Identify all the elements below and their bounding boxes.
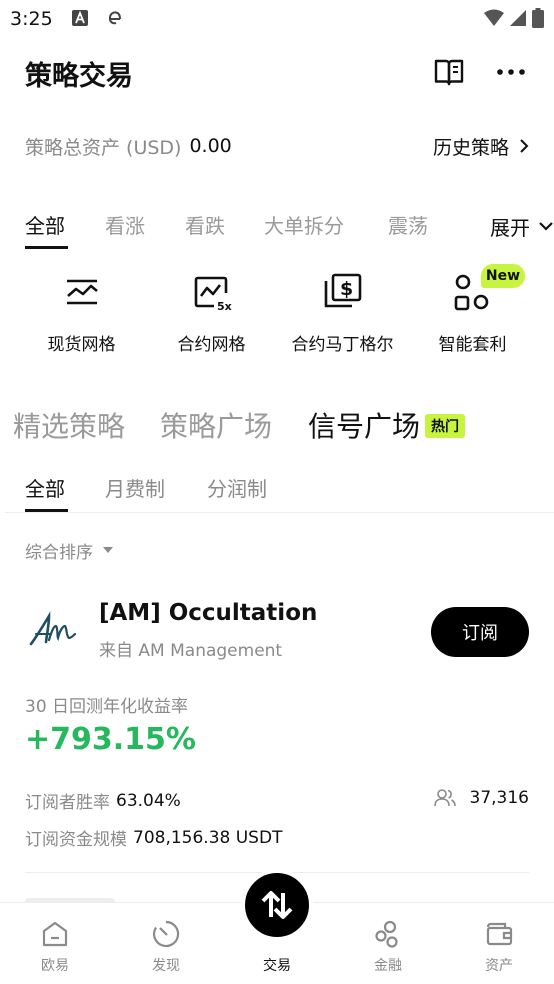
strategy-label: 合约马丁格尔	[291, 335, 394, 355]
chevron-right-icon	[520, 139, 529, 153]
category-tab-range[interactable]: 震荡	[388, 210, 428, 239]
category-tab-indicator	[25, 246, 68, 249]
history-strategies-label: 历史策略	[432, 136, 509, 159]
category-tabs: 全部 看涨 看跌 大单拆分 震荡 展开	[25, 206, 554, 252]
signal-icon	[510, 10, 526, 26]
a-icon	[72, 10, 88, 26]
nav-label: 交易	[263, 958, 291, 974]
main-tabs: 精选策略 策略广场 信号广场 热门	[13, 400, 543, 450]
win-rate: 订阅者胜率 63.04%	[25, 788, 181, 814]
sub-tabs: 全部 月费制 分润制	[25, 468, 529, 514]
sort-label: 综合排序	[25, 543, 93, 563]
category-tab-all[interactable]: 全部	[25, 210, 65, 239]
subscription-fund: 订阅资金规模 708,156.38 USDT	[25, 825, 283, 851]
strategy-grid: 现货网格 5x 合约网格 $ 合约马丁格尔 智能套利	[0, 262, 554, 362]
history-strategies-link[interactable]: 历史策略	[433, 133, 529, 160]
nav-finance[interactable]: 金融	[333, 903, 443, 984]
futures-grid-icon: 5x	[194, 276, 232, 312]
signal-source: 来自 AM Management	[99, 641, 283, 661]
caret-down-icon	[103, 547, 113, 553]
tab-strategy-square[interactable]: 策略广场	[160, 405, 272, 445]
expand-label: 展开	[490, 215, 530, 240]
discover-icon	[153, 920, 180, 948]
roi-value: +793.15%	[25, 722, 196, 757]
nav-label: 发现	[152, 958, 180, 974]
tab-signal-square[interactable]: 信号广场	[308, 405, 420, 445]
assets-label: 策略总资产 (USD)	[25, 136, 182, 159]
strategy-futures-grid[interactable]: 5x 合约网格	[146, 262, 277, 355]
svg-text:5x: 5x	[217, 300, 232, 312]
finance-icon	[375, 920, 398, 948]
svg-text:$: $	[340, 278, 353, 300]
wifi-icon	[484, 9, 504, 26]
tab-featured-strategies[interactable]: 精选策略	[13, 405, 125, 445]
strategy-label: 合约网格	[177, 335, 246, 355]
new-badge: New	[481, 264, 525, 288]
status-right	[484, 8, 544, 28]
hot-badge: 热门	[425, 414, 465, 438]
fund-value: 708,156.38 USDT	[133, 827, 283, 848]
category-tab-bearish[interactable]: 看跌	[185, 210, 225, 239]
expand-categories-button[interactable]: 展开	[476, 206, 554, 246]
category-tab-order-split[interactable]: 大单拆分	[264, 210, 344, 239]
signal-card[interactable]: [AM] Occultation 来自 AM Management 订阅 30 …	[25, 600, 529, 860]
trade-fab-button[interactable]	[241, 869, 313, 941]
subscriber-count-value: 37,316	[469, 788, 529, 808]
strategy-label: 智能套利	[438, 335, 507, 355]
chevron-down-icon	[539, 222, 553, 231]
futures-martingale-icon: $	[324, 273, 361, 308]
subscriber-count: 37,316	[433, 788, 529, 808]
page-title: 策略交易	[25, 61, 133, 92]
header: 策略交易	[0, 40, 554, 104]
fund-label: 订阅资金规模	[25, 830, 127, 850]
status-bar: 3:25	[0, 0, 554, 38]
assets-summary: 策略总资产 (USD) 0.00 历史策略	[25, 128, 529, 164]
strategy-spot-grid[interactable]: 现货网格	[16, 262, 147, 355]
edge-browser-icon	[108, 11, 121, 25]
provider-logo	[29, 611, 77, 646]
sort-dropdown[interactable]: 综合排序	[25, 538, 113, 563]
win-rate-label: 订阅者胜率	[25, 793, 110, 813]
nav-home[interactable]: 欧易	[0, 903, 110, 984]
divider	[5, 512, 554, 513]
assets-value: 0.00	[189, 135, 232, 157]
more-options-icon[interactable]	[495, 56, 527, 88]
guide-book-icon[interactable]	[433, 56, 465, 88]
battery-icon	[532, 8, 544, 28]
nav-label: 欧易	[41, 958, 69, 974]
nav-label: 资产	[485, 958, 513, 974]
nav-discover[interactable]: 发现	[111, 903, 221, 984]
roi-label: 30 日回测年化收益率	[25, 697, 189, 717]
nav-label: 金融	[374, 958, 402, 974]
wallet-icon	[486, 922, 513, 946]
sub-tab-monthly-fee[interactable]: 月费制	[105, 473, 165, 502]
sub-tab-profit-share[interactable]: 分润制	[207, 473, 267, 502]
win-rate-value: 63.04%	[116, 790, 181, 811]
trade-icon	[261, 891, 293, 919]
nav-assets[interactable]: 资产	[444, 903, 554, 984]
spot-grid-icon	[66, 279, 98, 305]
signal-name: [AM] Occultation	[99, 600, 318, 626]
category-tab-bullish[interactable]: 看涨	[105, 210, 145, 239]
sub-tab-all[interactable]: 全部	[25, 473, 65, 502]
strategy-futures-martingale[interactable]: $ 合约马丁格尔	[277, 262, 408, 355]
assets-total: 策略总资产 (USD) 0.00	[25, 133, 232, 160]
strategy-label: 现货网格	[47, 335, 116, 355]
home-icon	[42, 921, 68, 947]
subscribe-button[interactable]: 订阅	[431, 607, 529, 657]
status-time: 3:25	[10, 8, 53, 30]
users-icon	[433, 789, 456, 807]
